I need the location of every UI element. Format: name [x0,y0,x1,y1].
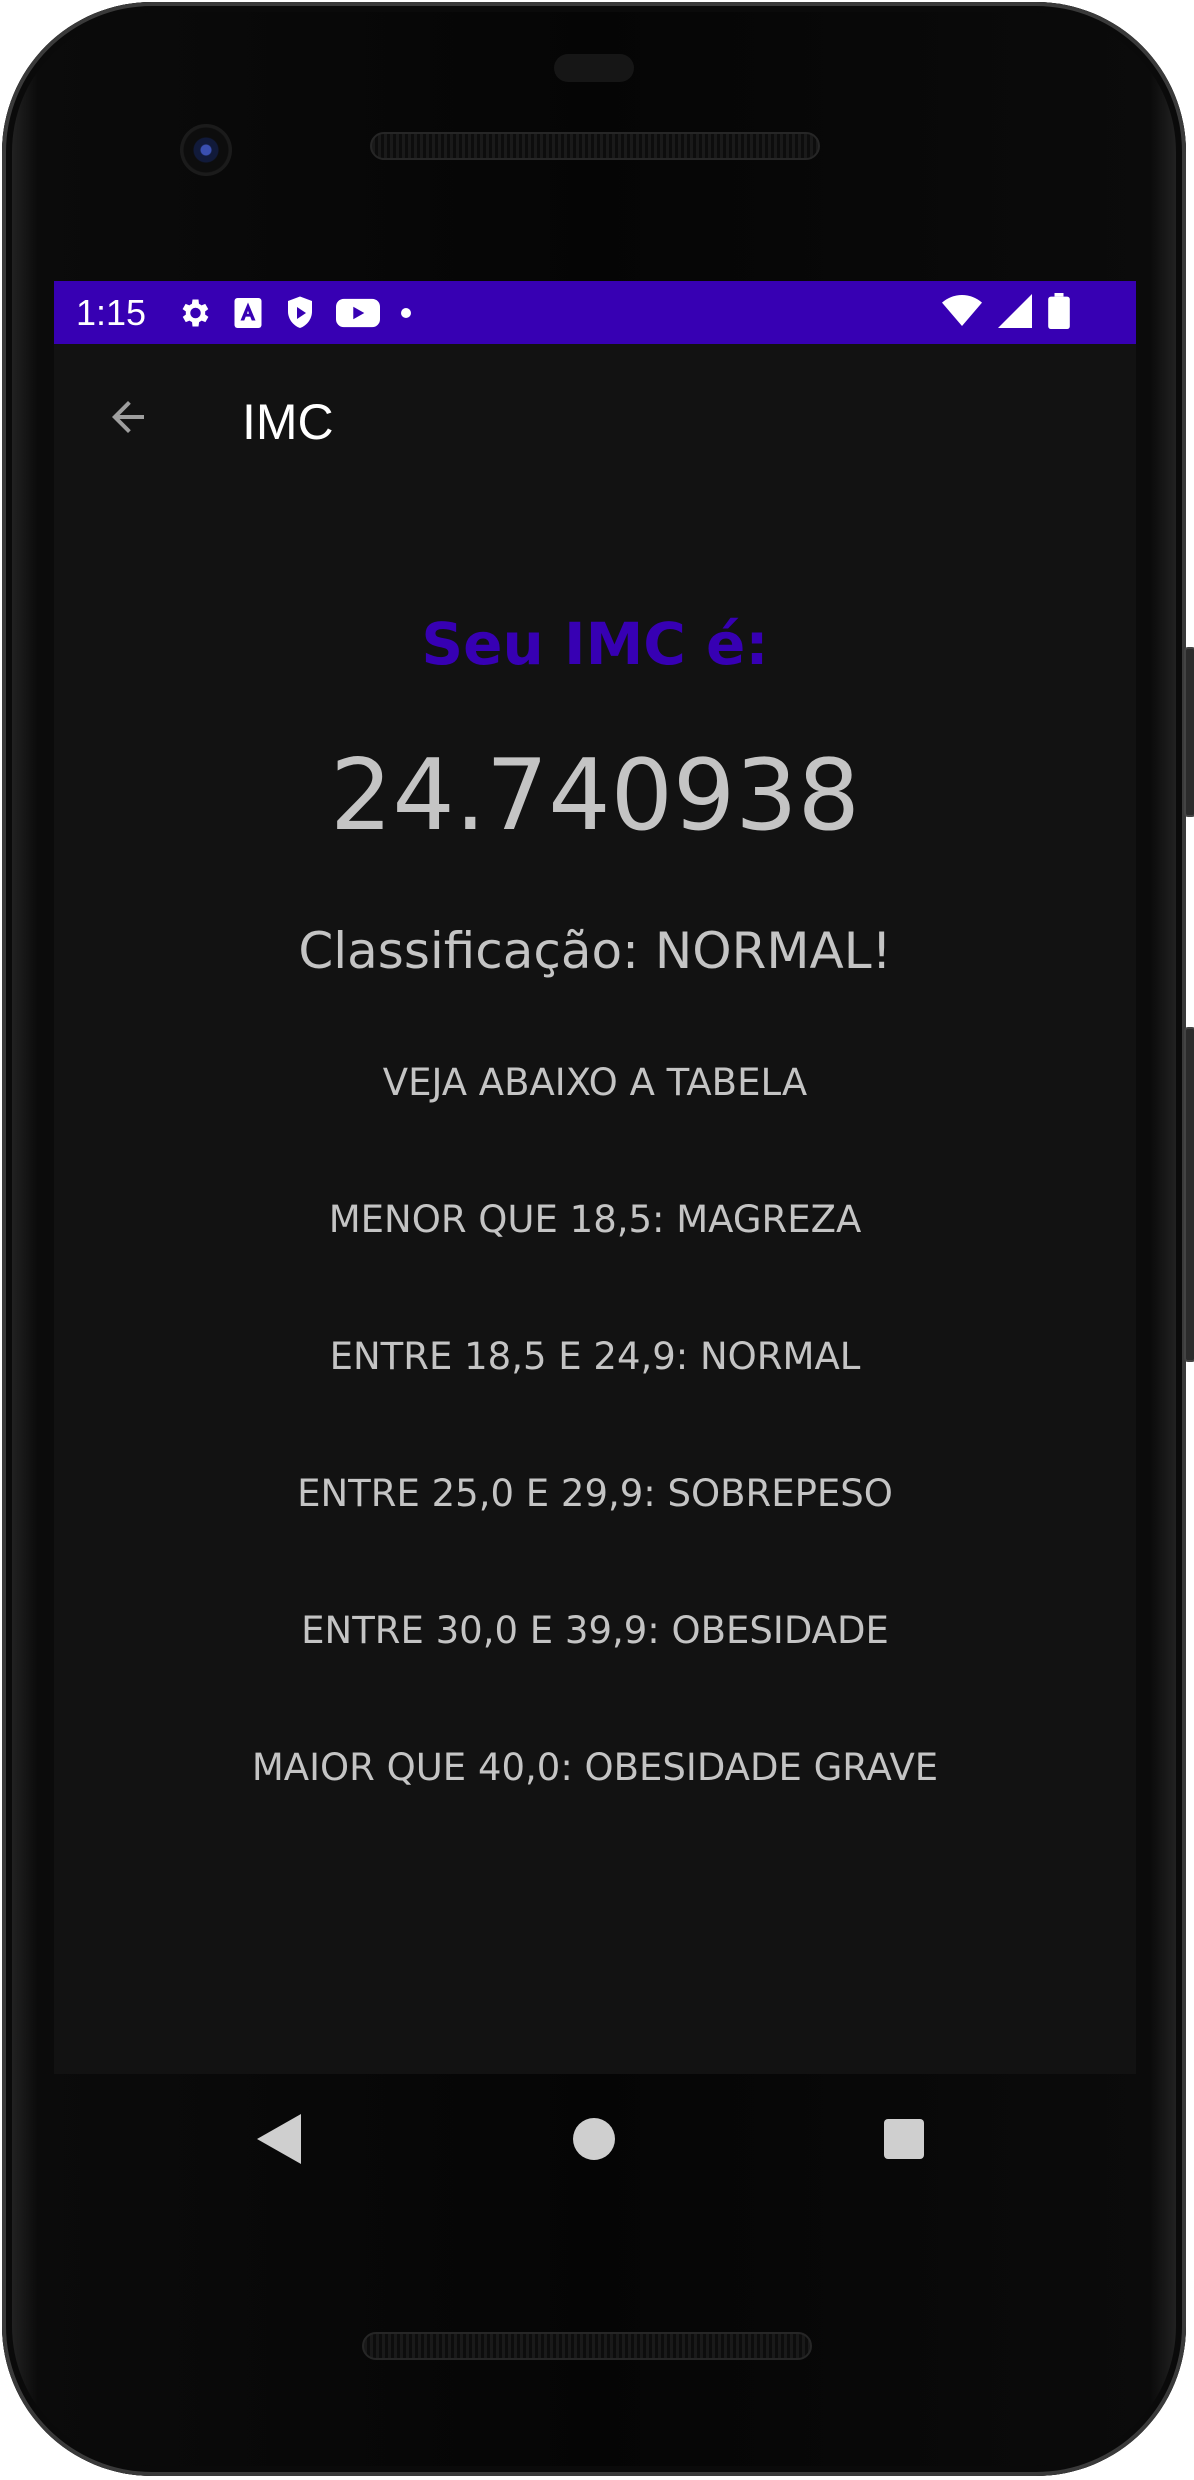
back-button[interactable] [100,389,156,445]
bottom-speaker [362,2332,812,2360]
home-circle-icon [573,2118,615,2160]
nav-home-button[interactable] [559,2104,629,2174]
arrow-back-icon [112,401,144,433]
volume-button [1184,1027,1194,1362]
table-row-obesity: ENTRE 30,0 E 39,9: OBESIDADE [301,1609,889,1652]
app-bar: IMC [54,344,1136,491]
youtube-icon [336,297,380,329]
status-time: 1:15 [76,292,147,333]
status-system-icons [942,292,1070,334]
status-notification-icons [176,293,412,333]
status-bar: 1:15 [54,281,1136,344]
settings-icon [176,295,212,331]
nav-recents-button[interactable] [869,2104,939,2174]
navigation-bar [54,2074,1136,2204]
front-camera [180,124,232,176]
a-notification-icon [232,295,264,331]
classification-text: Classificação: NORMAL! [298,922,892,980]
wifi-icon [942,294,982,333]
recents-square-icon [884,2119,924,2159]
nav-back-button[interactable] [244,2104,314,2174]
phone-frame: 1:15 IMC Seu IMC é: 24.740938 Classifica… [2,2,1194,2476]
power-button [1184,647,1194,817]
table-row-overweight: ENTRE 25,0 E 29,9: SOBREPESO [297,1472,893,1515]
signal-icon [998,293,1032,333]
top-speaker [370,132,820,160]
table-row-severe-obesity: MAIOR QUE 40,0: OBESIDADE GRAVE [251,1746,939,1789]
dot-icon [400,307,412,319]
result-heading: Seu IMC é: [421,610,769,678]
table-row-normal: ENTRE 18,5 E 24,9: NORMAL [329,1335,861,1378]
screen: 1:15 IMC Seu IMC é: 24.740938 Classifica… [54,281,1136,2074]
back-triangle-icon [257,2114,301,2164]
proximity-sensor [554,54,634,82]
table-intro: VEJA ABAIXO A TABELA [382,1061,808,1104]
shield-play-icon [284,295,316,331]
battery-icon [1048,292,1070,334]
table-row-underweight: MENOR QUE 18,5: MAGREZA [328,1198,862,1241]
imc-value: 24.740938 [330,739,860,853]
app-title: IMC [242,394,334,450]
